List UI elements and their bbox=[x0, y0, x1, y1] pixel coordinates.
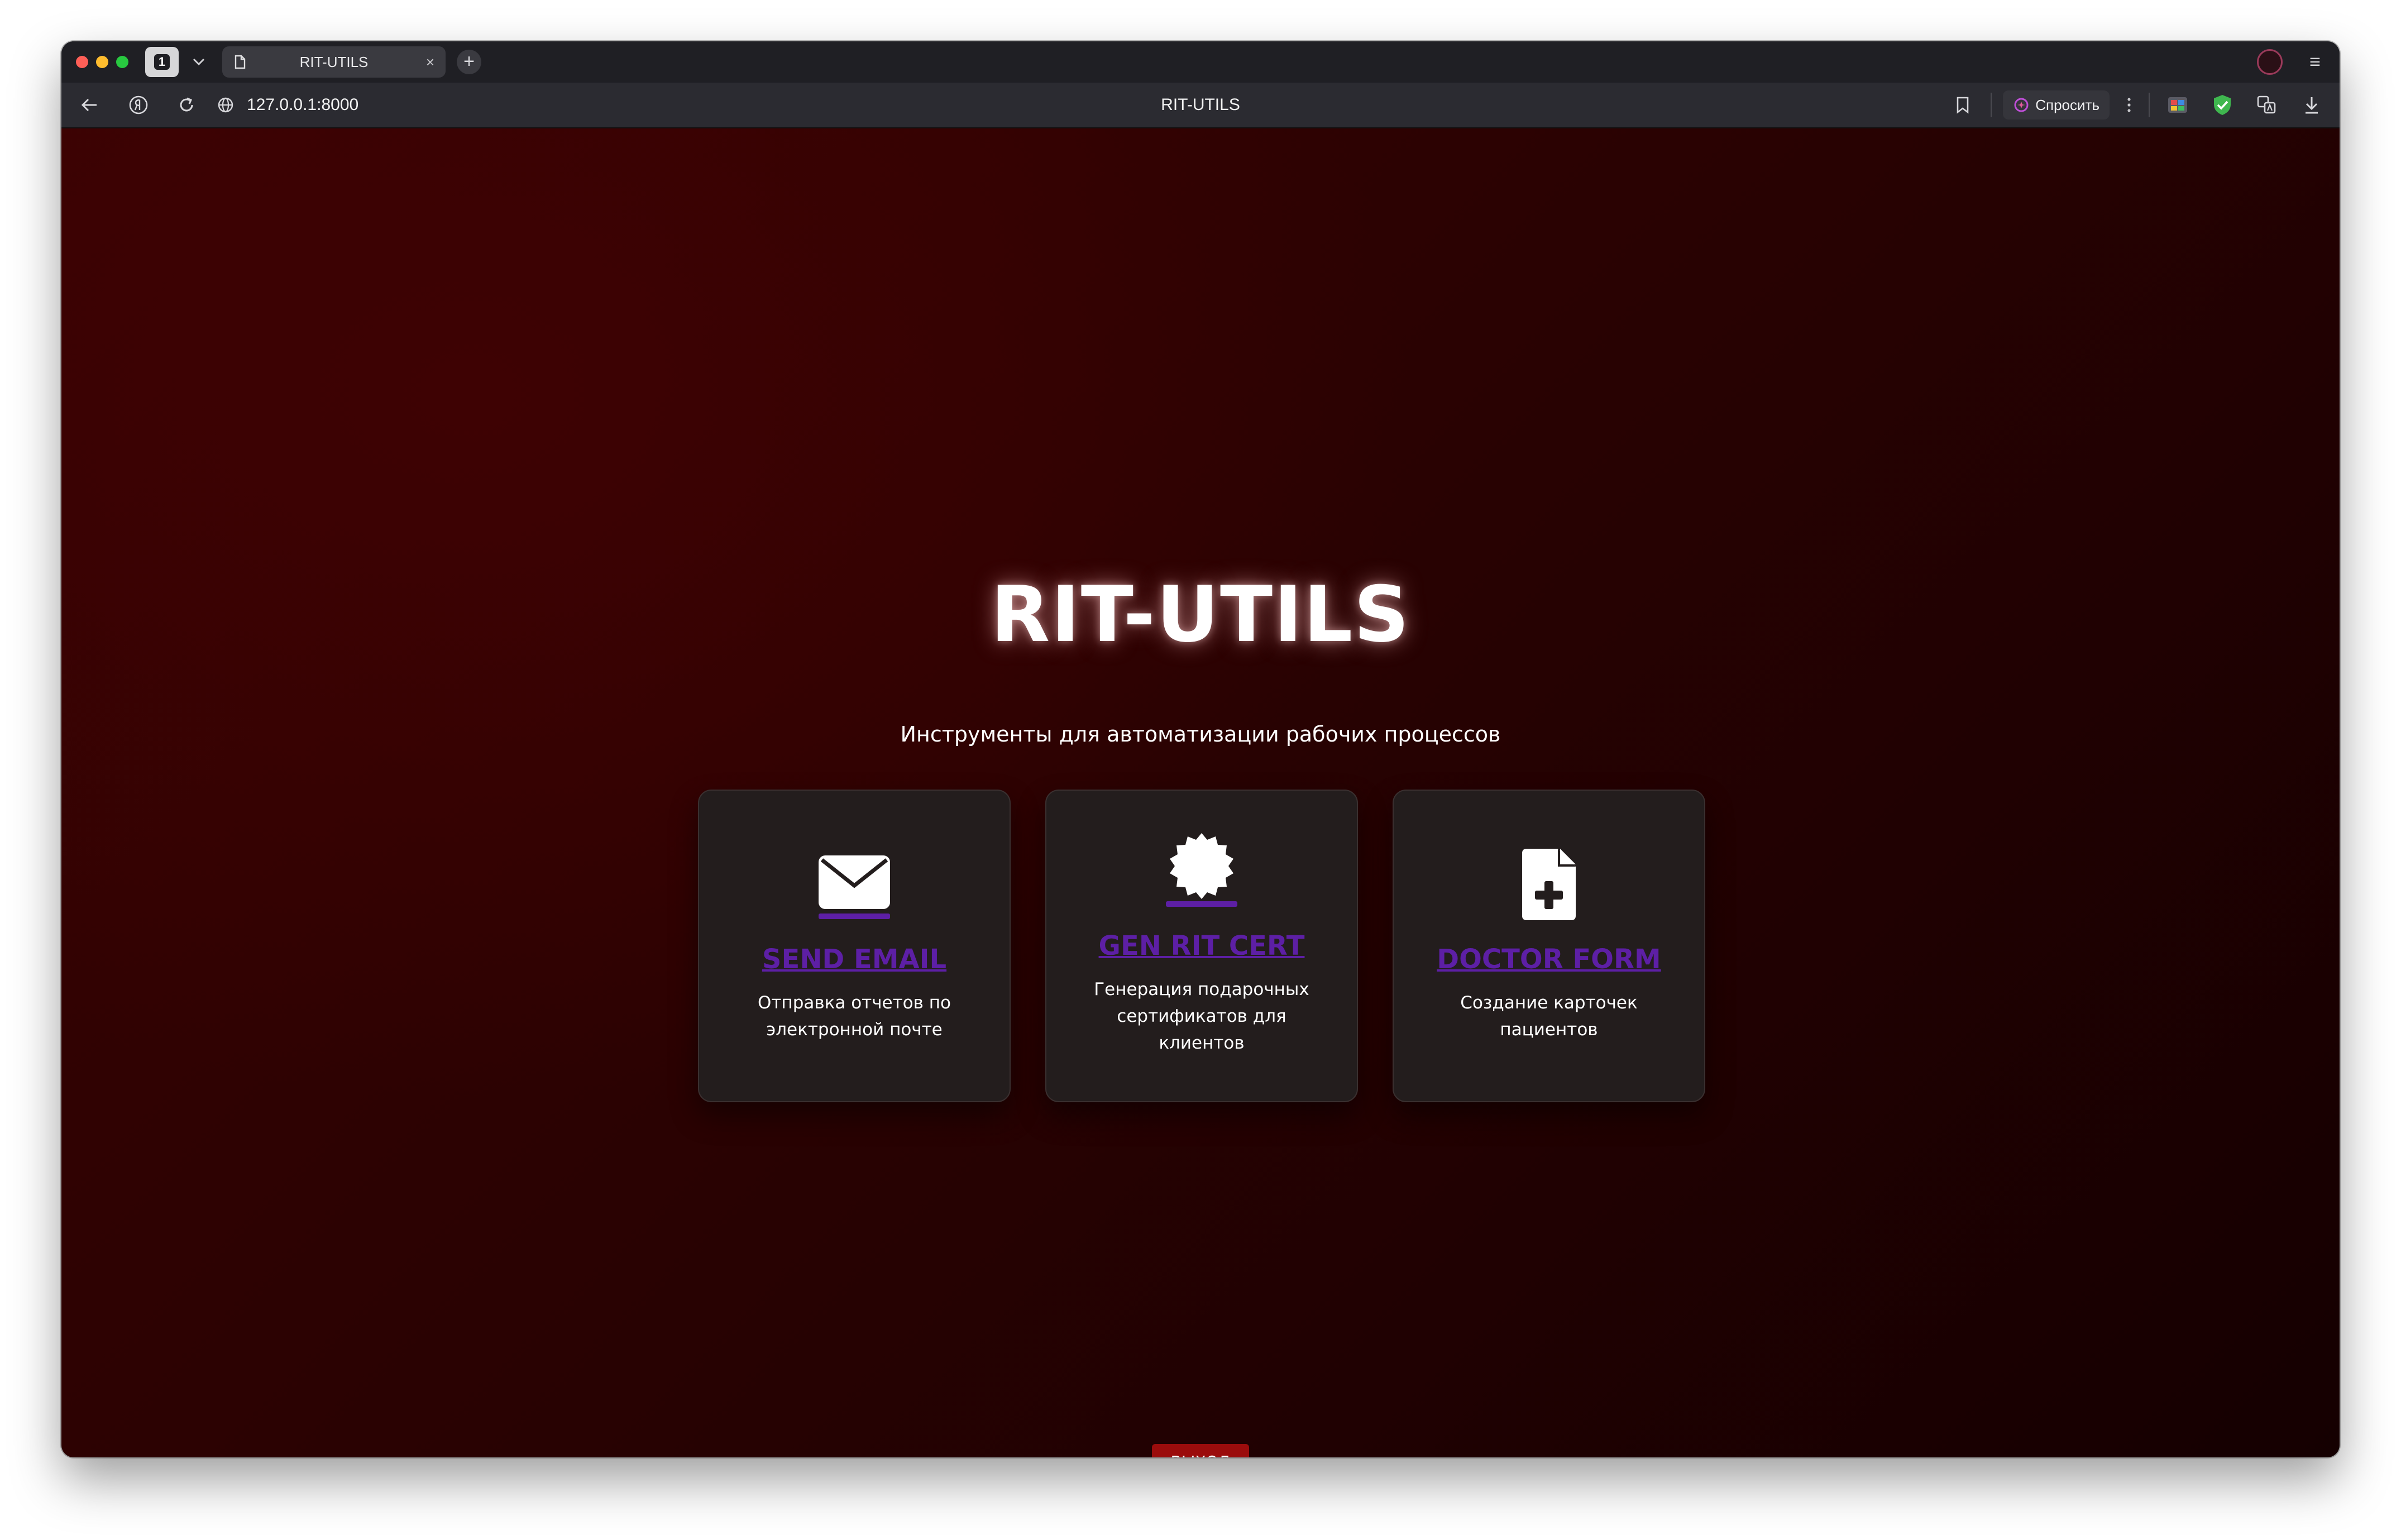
certificate-badge-icon bbox=[1166, 833, 1237, 907]
close-window-button[interactable] bbox=[76, 56, 88, 68]
maximize-window-button[interactable] bbox=[116, 56, 128, 68]
profile-avatar[interactable] bbox=[2257, 49, 2283, 75]
arrow-left-icon bbox=[81, 98, 97, 112]
tab-strip-right: ≡ bbox=[2257, 49, 2321, 75]
reload-icon bbox=[180, 97, 193, 112]
file-medical-icon bbox=[1522, 849, 1576, 920]
yandex-button[interactable] bbox=[122, 88, 155, 122]
url-field[interactable]: 127.0.0.1:8000 bbox=[247, 95, 358, 114]
tool-cards: SEND EMAIL Отправка отчетов по электронн… bbox=[698, 790, 1705, 1102]
address-bar: 127.0.0.1:8000 RIT-UTILS Спросить bbox=[61, 83, 2340, 128]
tab-title: RIT-UTILS bbox=[299, 53, 369, 70]
protect-button[interactable] bbox=[2206, 88, 2239, 122]
page-subtitle: Инструменты для автоматизации рабочих пр… bbox=[900, 722, 1501, 747]
menu-icon[interactable]: ≡ bbox=[2309, 51, 2321, 73]
back-button[interactable] bbox=[73, 88, 106, 122]
toolbar-divider bbox=[2149, 93, 2150, 117]
envelope-icon bbox=[819, 855, 890, 919]
ask-ai-button[interactable]: Спросить bbox=[2003, 90, 2110, 119]
window-controls bbox=[76, 56, 128, 68]
logout-button[interactable]: ВЫХОД bbox=[1152, 1444, 1249, 1457]
send-email-link[interactable]: SEND EMAIL bbox=[762, 944, 946, 975]
gen-rit-cert-card[interactable]: GEN RIT CERT Генерация подарочных сертиф… bbox=[1045, 790, 1358, 1102]
more-options-button[interactable] bbox=[2121, 88, 2137, 122]
minimize-window-button[interactable] bbox=[96, 56, 108, 68]
tab-counter-button[interactable]: 1 bbox=[145, 47, 179, 77]
send-email-description: Отправка отчетов по электронной почте bbox=[757, 993, 951, 1040]
download-icon bbox=[2306, 97, 2318, 114]
globe-icon bbox=[218, 97, 233, 113]
doctor-form-link[interactable]: DOCTOR FORM bbox=[1437, 944, 1661, 975]
translate-button[interactable] bbox=[2250, 88, 2284, 122]
card-icon bbox=[1165, 833, 1238, 908]
site-info-button[interactable] bbox=[209, 88, 242, 122]
tab-count: 1 bbox=[154, 54, 170, 70]
translate-icon bbox=[2257, 95, 2276, 114]
page-title: RIT-UTILS bbox=[991, 570, 1410, 659]
bookmark-button[interactable] bbox=[1946, 88, 1979, 122]
browser-window: 1 RIT-UTILS × + ≡ 127.0.0.1:8000 RIT-UTI… bbox=[61, 41, 2340, 1457]
gen-rit-cert-link[interactable]: GEN RIT CERT bbox=[1099, 930, 1305, 962]
send-email-card[interactable]: SEND EMAIL Отправка отчетов по электронн… bbox=[698, 790, 1011, 1102]
gen-rit-cert-description: Генерация подарочных сертификатов для кл… bbox=[1094, 979, 1309, 1053]
reload-button[interactable] bbox=[170, 88, 203, 122]
toolbar-right: Спросить bbox=[1946, 88, 2328, 122]
shield-check-icon bbox=[2214, 95, 2231, 115]
doctor-form-description: Создание карточек пациентов bbox=[1460, 993, 1638, 1040]
doctor-form-card[interactable]: DOCTOR FORM Создание карточек пациентов bbox=[1393, 790, 1705, 1102]
more-vertical-icon bbox=[2127, 98, 2131, 112]
ask-ai-label: Спросить bbox=[2035, 96, 2099, 113]
extension-button[interactable] bbox=[2161, 88, 2194, 122]
tab-active[interactable]: RIT-UTILS × bbox=[222, 46, 446, 78]
chevron-down-icon bbox=[193, 58, 205, 66]
toolbar-divider bbox=[1991, 93, 1992, 117]
new-tab-button[interactable]: + bbox=[457, 50, 481, 74]
tab-close-icon[interactable]: × bbox=[426, 54, 434, 71]
bookmark-icon bbox=[1957, 97, 1969, 114]
page-content: RIT-UTILS Инструменты для автоматизации … bbox=[61, 128, 2340, 1457]
ai-spark-icon bbox=[2014, 98, 2029, 112]
yandex-logo-icon bbox=[129, 95, 148, 114]
card-icon bbox=[1521, 849, 1577, 921]
tabs-dropdown-button[interactable] bbox=[185, 47, 212, 77]
tab-strip: 1 RIT-UTILS × + ≡ bbox=[61, 41, 2340, 83]
extension-colorful-icon bbox=[2168, 97, 2187, 113]
card-icon bbox=[817, 849, 891, 921]
downloads-button[interactable] bbox=[2295, 88, 2328, 122]
